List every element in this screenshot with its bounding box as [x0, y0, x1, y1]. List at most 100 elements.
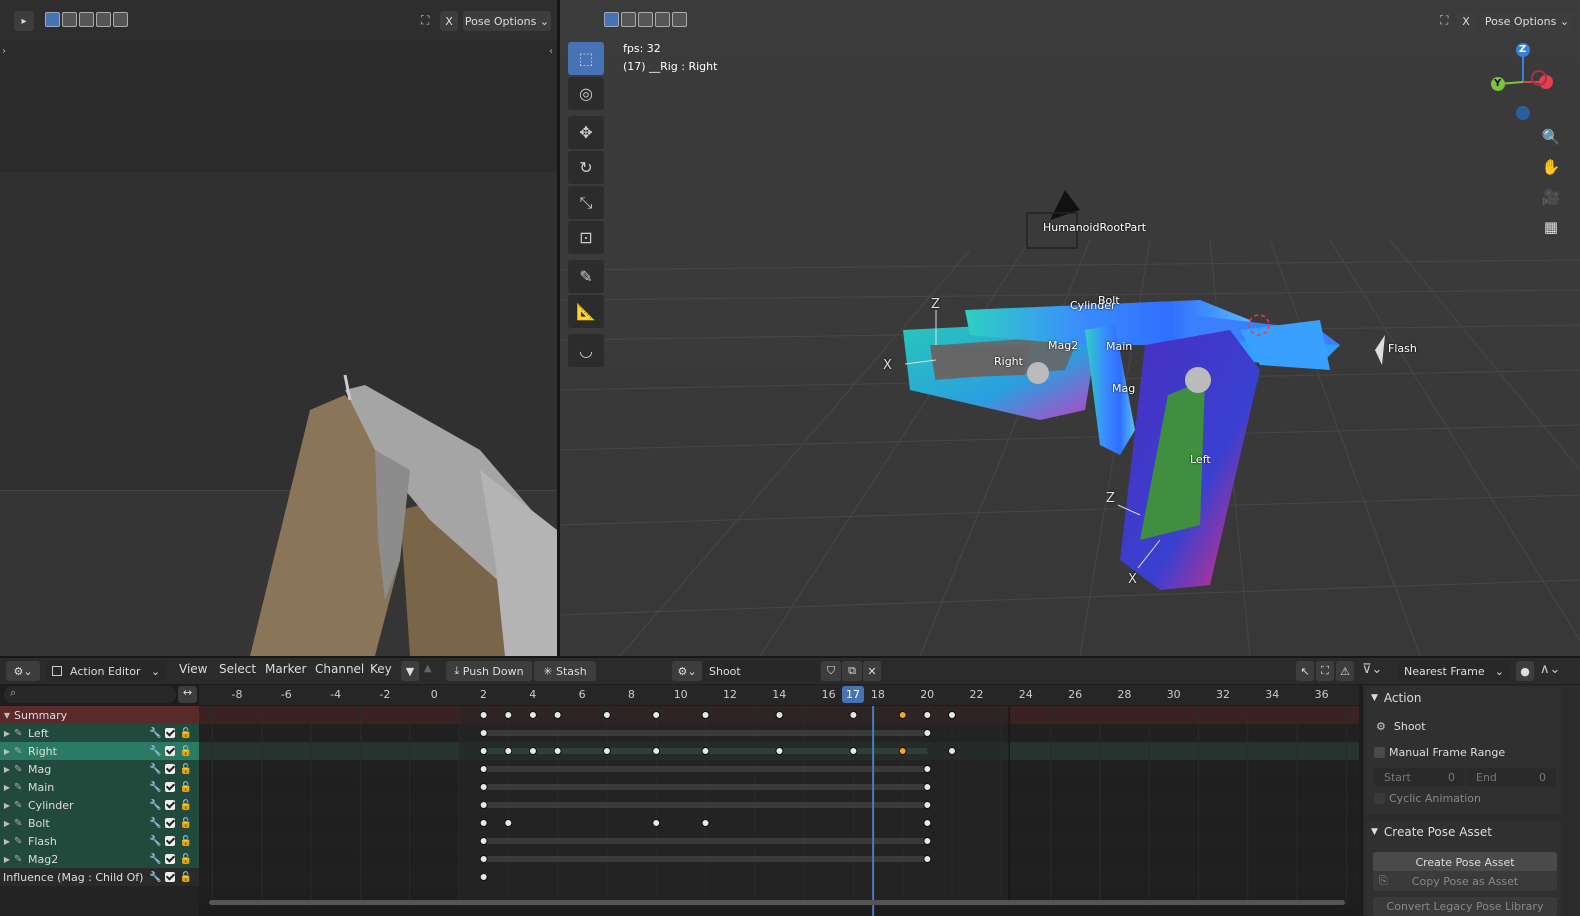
lock-icon[interactable]: 🔓 [179, 782, 191, 793]
channel-search-input[interactable]: ⌕ [4, 686, 176, 703]
camera-icon[interactable]: 🎥 [1538, 184, 1564, 210]
cursor-tool[interactable]: ◎ [568, 77, 604, 110]
bone-envelope-tool[interactable]: ◡ [568, 334, 604, 367]
show-hidden-button[interactable]: ⛶ [1316, 661, 1334, 681]
action-panel-header[interactable]: ▼ Action [1367, 687, 1562, 709]
filter-dropdown[interactable]: ⊽⌄ [1362, 662, 1382, 677]
expand-triangle-icon[interactable]: ▶ [0, 729, 14, 738]
expand-triangle-icon[interactable]: ▶ [0, 765, 14, 774]
fake-user-button[interactable]: ⛉ [821, 661, 841, 681]
grid-ortho-icon[interactable]: ▦ [1538, 214, 1564, 240]
channel-influence[interactable]: Influence (Mag : Child Of) 🔧 🔓 [0, 868, 199, 886]
right-select-modes[interactable] [604, 12, 689, 27]
annotate-tool[interactable]: ✎ [568, 260, 604, 293]
channel-cylinder[interactable]: ▶ ✎ Cylinder 🔧 🔓 [0, 796, 199, 814]
left-expand-arrow[interactable]: › [2, 46, 6, 57]
editor-type-dropdown[interactable]: ⚙⌄ [6, 661, 40, 681]
left-collapse-arrow[interactable]: ‹ [549, 46, 553, 57]
select-box-tool[interactable]: ⬚ [568, 42, 604, 75]
channel-bolt[interactable]: ▶ ✎ Bolt 🔧 🔓 [0, 814, 199, 832]
lock-icon[interactable]: 🔓 [179, 854, 191, 865]
keyframe-area[interactable] [199, 706, 1359, 916]
channel-main[interactable]: ▶ ✎ Main 🔧 🔓 [0, 778, 199, 796]
mute-checkbox[interactable] [165, 854, 176, 864]
rotate-tool[interactable]: ↻ [568, 151, 604, 184]
modifier-wrench-icon[interactable]: 🔧 [149, 818, 161, 829]
expand-triangle-icon[interactable]: ▶ [0, 783, 14, 792]
swap-arrows-icon[interactable]: ↔ [178, 686, 197, 703]
convert-legacy-pose-library-button[interactable]: Convert Legacy Pose Library [1373, 897, 1557, 916]
expand-triangle-icon[interactable]: ▶ [0, 819, 14, 828]
left-pose-options-dropdown[interactable]: Pose Options ⌄ [463, 11, 551, 31]
stash-button[interactable]: ✳ Stash [534, 661, 596, 681]
lock-icon[interactable]: 🔓 [179, 836, 191, 847]
manual-frame-range-checkbox[interactable]: Manual Frame Range [1374, 746, 1505, 759]
zoom-icon[interactable]: 🔍 [1538, 124, 1564, 150]
create-pose-asset-button[interactable]: Create Pose Asset [1373, 852, 1557, 872]
modifier-wrench-icon[interactable]: 🔧 [149, 800, 161, 811]
errors-only-button[interactable]: ⚠ [1336, 661, 1354, 681]
horizontal-scrollbar[interactable] [209, 900, 1345, 905]
channel-left[interactable]: ▶ ✎ Left 🔧 🔓 [0, 724, 199, 742]
channel-flash[interactable]: ▶ ✎ Flash 🔧 🔓 [0, 832, 199, 850]
modifier-wrench-icon[interactable]: 🔧 [149, 836, 161, 847]
menu-select[interactable]: Select [219, 662, 256, 680]
mute-checkbox[interactable] [165, 818, 176, 828]
start-frame-field[interactable]: Start 0 [1374, 768, 1465, 786]
channel-mag2[interactable]: ▶ ✎ Mag2 🔧 🔓 [0, 850, 199, 868]
lock-icon[interactable]: 🔓 [179, 728, 191, 739]
proportional-edit-button[interactable]: ● [1516, 661, 1534, 681]
mute-checkbox[interactable] [165, 800, 176, 810]
create-pose-panel-header[interactable]: ▼ Create Pose Asset [1367, 821, 1562, 843]
left-xray-icon[interactable]: ⛶ [421, 13, 429, 28]
channel-right[interactable]: ▶ ✎ Right 🔧 🔓 [0, 742, 199, 760]
left-viewport[interactable]: ▸ ⛶ X Pose Options ⌄ › ‹ [0, 0, 557, 656]
modifier-wrench-icon[interactable]: 🔧 [149, 782, 161, 793]
unlink-action-button[interactable]: ✕ [863, 661, 881, 681]
lock-icon[interactable]: 🔓 [179, 746, 191, 757]
snap-mode-dropdown[interactable]: Nearest Frame ⌄ [1398, 661, 1510, 681]
expand-triangle-icon[interactable]: ▶ [0, 747, 14, 756]
lock-icon[interactable]: 🔓 [179, 872, 191, 883]
measure-tool[interactable]: 📐 [568, 295, 604, 328]
move-tool[interactable]: ✥ [568, 116, 604, 149]
modifier-wrench-icon[interactable]: 🔧 [149, 872, 161, 883]
copy-pose-as-asset-button[interactable]: ⎘ Copy Pose as Asset [1373, 871, 1557, 891]
action-name-field[interactable]: Shoot [703, 661, 819, 681]
channel-summary[interactable]: ▼ Summary [0, 706, 199, 724]
channel-mag[interactable]: ▶ ✎ Mag 🔧 🔓 [0, 760, 199, 778]
pan-hand-icon[interactable]: ✋ [1538, 154, 1564, 180]
lock-icon[interactable]: 🔓 [179, 818, 191, 829]
modifier-wrench-icon[interactable]: 🔧 [149, 854, 161, 865]
right-xray-icon[interactable]: ⛶ [1440, 13, 1448, 28]
mute-checkbox[interactable] [165, 836, 176, 846]
right-pose-options-dropdown[interactable]: Pose Options ⌄ [1480, 11, 1574, 31]
new-action-button[interactable]: ⧉ [842, 661, 862, 681]
transform-tool[interactable]: ⊡ [568, 221, 604, 254]
menu-view[interactable]: View [179, 662, 207, 680]
modifier-wrench-icon[interactable]: 🔧 [149, 746, 161, 757]
expand-triangle-icon[interactable]: ▶ [0, 837, 14, 846]
expand-triangle-icon[interactable]: ▶ [0, 855, 14, 864]
mute-checkbox[interactable] [165, 728, 176, 738]
left-select-modes[interactable] [45, 12, 130, 27]
menu-key[interactable]: Key [370, 662, 392, 680]
scale-tool[interactable]: ⤡ [568, 186, 604, 219]
push-down-button[interactable]: ⤓ Push Down [446, 661, 532, 681]
mute-checkbox[interactable] [165, 764, 176, 774]
layer-down-button[interactable]: ▼ [401, 661, 419, 681]
lock-icon[interactable]: 🔓 [179, 764, 191, 775]
expand-triangle-icon[interactable]: ▶ [0, 801, 14, 810]
mute-checkbox[interactable] [165, 872, 176, 882]
cyclic-animation-checkbox[interactable]: Cyclic Animation [1374, 792, 1481, 805]
menu-marker[interactable]: Marker [265, 662, 306, 680]
left-mode-icon[interactable]: ▸ [14, 11, 34, 31]
interpolation-dropdown[interactable]: ∧⌄ [1540, 662, 1560, 677]
mode-dropdown[interactable]: Action Editor ⌄ [46, 661, 166, 681]
modifier-wrench-icon[interactable]: 🔧 [149, 764, 161, 775]
mute-checkbox[interactable] [165, 782, 176, 792]
lock-icon[interactable]: 🔓 [179, 800, 191, 811]
left-x-button[interactable]: X [440, 11, 458, 31]
modifier-wrench-icon[interactable]: 🔧 [149, 728, 161, 739]
end-frame-field[interactable]: End 0 [1466, 768, 1556, 786]
